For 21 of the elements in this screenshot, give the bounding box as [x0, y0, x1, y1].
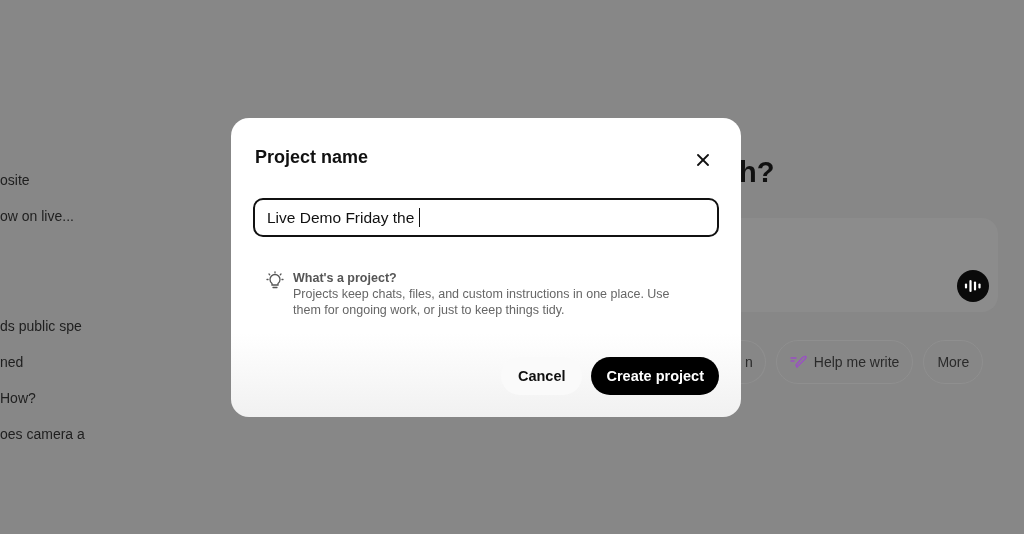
chat-history-item[interactable]: oes camera a	[0, 425, 110, 443]
chat-history-item[interactable]: osite	[0, 171, 110, 189]
suggestion-chip[interactable]: Help me write	[775, 340, 914, 384]
voice-button[interactable]	[957, 270, 989, 302]
tip-title: What's a project?	[293, 270, 398, 286]
sound-wave-icon	[964, 279, 982, 293]
text-cursor	[419, 208, 421, 227]
dialog-title: Project name	[255, 146, 369, 168]
tip-description: Projects keep chats, files, and custom instructions in one place. Use them for ongoing work, or just to keep things tidy.	[293, 286, 671, 318]
chat-history-item[interactable]: How?	[0, 389, 110, 407]
suggestion-chip[interactable]: More	[923, 340, 984, 384]
chat-history-item[interactable]: ow on live...	[0, 207, 110, 225]
create-project-button[interactable]: Create project	[591, 357, 719, 395]
close-icon	[697, 154, 709, 166]
chat-history-item[interactable]: ned	[0, 353, 110, 371]
lightbulb-icon	[265, 271, 285, 291]
chat-history-item[interactable]: ds public spe	[0, 317, 110, 335]
pen-icon	[789, 355, 808, 369]
suggestion-chip[interactable]: n	[741, 340, 766, 384]
project-name-field[interactable]: Live Demo Friday the	[253, 198, 719, 237]
greeting-heading: h?	[739, 155, 776, 190]
